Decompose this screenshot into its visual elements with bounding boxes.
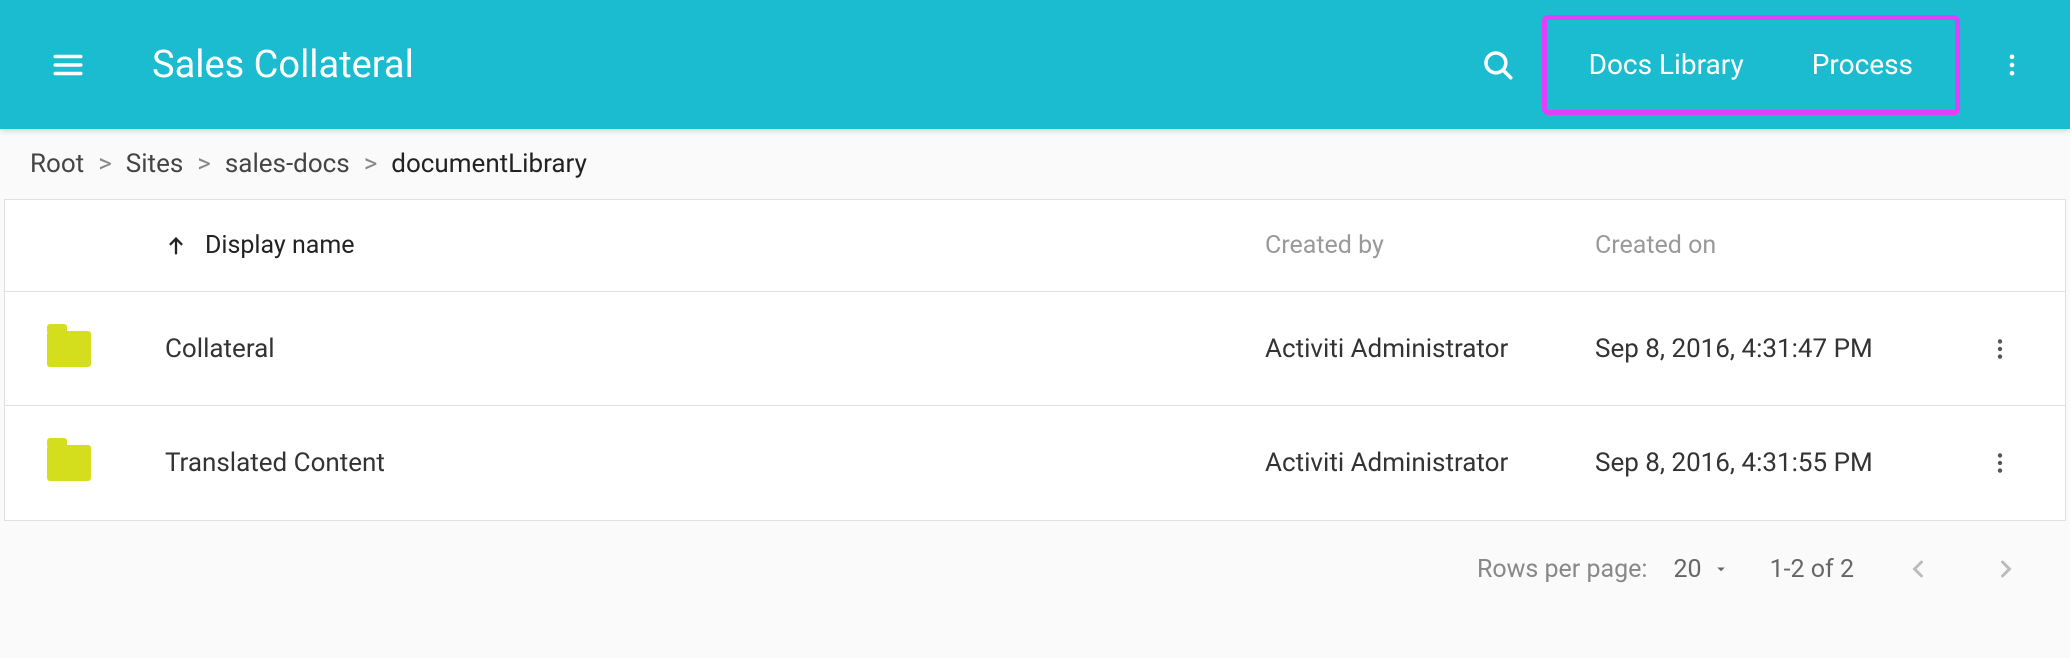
row-actions-button[interactable] — [1987, 450, 2013, 476]
prev-page-button[interactable] — [1894, 545, 1942, 593]
cell-created-by: Activiti Administrator — [1265, 448, 1595, 478]
breadcrumb-sites[interactable]: Sites — [126, 149, 183, 179]
cell-name: Collateral — [165, 334, 1265, 364]
cell-created-on: Sep 8, 2016, 4:31:55 PM — [1595, 448, 1965, 478]
column-header-name-label: Display name — [205, 231, 355, 260]
breadcrumb-root[interactable]: Root — [30, 149, 84, 179]
document-table: Display name Created by Created on Colla… — [4, 199, 2066, 521]
column-header-created-on[interactable]: Created on — [1595, 231, 1965, 260]
breadcrumb-separator: > — [197, 149, 211, 179]
menu-button[interactable] — [40, 37, 96, 93]
cell-name: Translated Content — [165, 448, 1265, 478]
tab-process[interactable]: Process — [1778, 28, 1947, 101]
more-vert-icon — [1987, 450, 2013, 476]
breadcrumb-current: documentLibrary — [391, 149, 587, 179]
row-actions-button[interactable] — [1987, 336, 2013, 362]
chevron-right-icon — [1992, 555, 2020, 583]
paginator: Rows per page: 20 1-2 of 2 — [0, 521, 2070, 617]
more-menu-button[interactable] — [1984, 37, 2040, 93]
search-icon — [1481, 48, 1515, 82]
breadcrumb: Root > Sites > sales-docs > documentLibr… — [0, 129, 2070, 199]
cell-created-by: Activiti Administrator — [1265, 334, 1595, 364]
more-vert-icon — [1998, 51, 2026, 79]
column-header-created-by[interactable]: Created by — [1265, 231, 1595, 260]
cell-created-on: Sep 8, 2016, 4:31:47 PM — [1595, 334, 1965, 364]
hamburger-icon — [51, 48, 85, 82]
table-row[interactable]: Collateral Activiti Administrator Sep 8,… — [5, 292, 2065, 406]
chevron-left-icon — [1904, 555, 1932, 583]
breadcrumb-separator: > — [98, 149, 112, 179]
column-header-name[interactable]: Display name — [165, 231, 1265, 260]
folder-icon — [47, 331, 91, 367]
rows-per-page-value: 20 — [1673, 555, 1701, 584]
rows-per-page-label: Rows per page: — [1477, 555, 1648, 584]
table-row[interactable]: Translated Content Activiti Administrato… — [5, 406, 2065, 520]
breadcrumb-sales-docs[interactable]: sales-docs — [225, 149, 350, 179]
breadcrumb-separator: > — [364, 149, 378, 179]
more-vert-icon — [1987, 336, 2013, 362]
next-page-button[interactable] — [1982, 545, 2030, 593]
page-range: 1-2 of 2 — [1770, 555, 1854, 584]
sort-asc-icon — [165, 235, 187, 257]
dropdown-icon — [1712, 560, 1730, 578]
page-title: Sales Collateral — [152, 43, 414, 87]
app-bar: Sales Collateral Docs Library Process — [0, 0, 2070, 129]
tab-docs-library[interactable]: Docs Library — [1555, 28, 1778, 101]
folder-icon — [47, 445, 91, 481]
search-button[interactable] — [1470, 37, 1526, 93]
rows-per-page-select[interactable]: 20 — [1673, 555, 1729, 584]
tab-highlight-annotation: Docs Library Process — [1542, 15, 1960, 115]
table-header: Display name Created by Created on — [5, 200, 2065, 292]
